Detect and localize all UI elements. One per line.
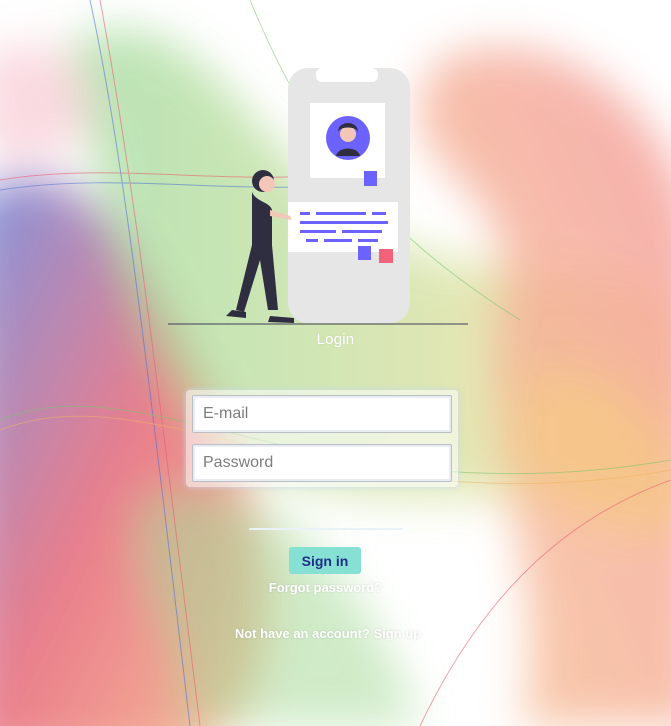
signup-prompt: Not have an account? Sign up bbox=[0, 626, 656, 641]
person-with-phone-illustration bbox=[168, 68, 468, 325]
sign-up-link[interactable]: Sign up bbox=[374, 626, 422, 641]
email-input[interactable] bbox=[192, 395, 452, 433]
login-page: Login Sign in Forgot password? Not have … bbox=[0, 0, 671, 726]
sign-in-button[interactable]: Sign in bbox=[289, 547, 361, 574]
password-input[interactable] bbox=[192, 444, 452, 482]
forgot-password-link[interactable]: Forgot password? bbox=[0, 580, 651, 595]
no-account-text: Not have an account? bbox=[234, 626, 370, 641]
login-title: Login bbox=[316, 331, 355, 348]
divider bbox=[249, 528, 403, 530]
